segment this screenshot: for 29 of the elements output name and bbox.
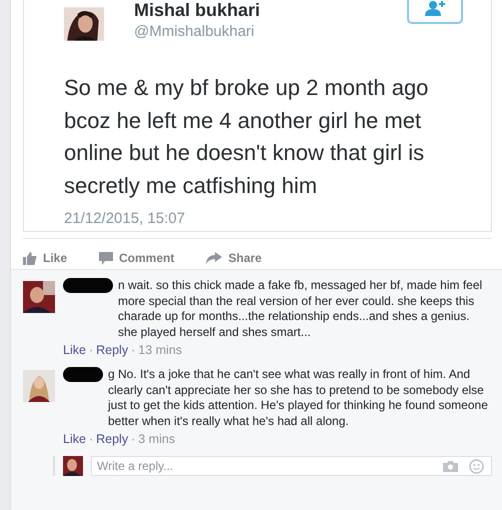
- thumbs-up-icon: [23, 252, 37, 264]
- camera-icon[interactable]: [443, 460, 458, 472]
- comment-button[interactable]: Comment: [99, 251, 174, 265]
- like-link[interactable]: Like: [63, 343, 86, 357]
- share-button[interactable]: Share: [206, 251, 262, 265]
- like-button[interactable]: Like: [23, 251, 68, 265]
- tweet-handle: @Mmishalbukhari: [134, 22, 256, 42]
- speech-bubble-icon: [99, 252, 114, 264]
- separator-dot: ·: [131, 343, 136, 357]
- tweet-timestamp: 21/12/2015, 15:07: [64, 210, 186, 227]
- separator-dot: ·: [131, 432, 136, 446]
- person-plus-icon: [422, 0, 448, 16]
- redaction-mark: [63, 367, 103, 382]
- like-link[interactable]: Like: [63, 432, 86, 446]
- tweet-author-name: Mishal bukhari: [134, 0, 260, 20]
- arrow-icon: [206, 252, 222, 264]
- comment-time: 3 mins: [138, 432, 176, 446]
- redaction-mark: [63, 278, 113, 293]
- tweet-text: So me & my bf broke up 2 month ago bcoz he left me 4 another girl he met online but he doesn't know that girl is secretly me catfishing him: [64, 74, 430, 200]
- follow-button[interactable]: [407, 0, 463, 24]
- comment-text: n wait. so this chick made a fake fb, messaged her bf, made him feel more special than the real version of her ever could. she keeps this charade up for months...the relationship ends...and shes a genius. she played herself and shes smart...: [118, 278, 484, 340]
- reply-link[interactable]: Reply: [96, 432, 128, 446]
- comment-time: 13 mins: [138, 343, 182, 357]
- separator-dot: ·: [88, 343, 94, 357]
- comment-text: g No. It's a joke that he can't see what was really in front of him. And clearly can't appreciate her so she has to pretend to be somebody else just to get the kids attention. He's played for thinking he found someone better when it's really what he's had all along.: [108, 367, 489, 429]
- smiley-icon[interactable]: [469, 458, 484, 474]
- separator-dot: ·: [88, 432, 94, 446]
- reply-link[interactable]: Reply: [96, 343, 128, 357]
- reply-input-field[interactable]: Write a reply...: [91, 456, 492, 476]
